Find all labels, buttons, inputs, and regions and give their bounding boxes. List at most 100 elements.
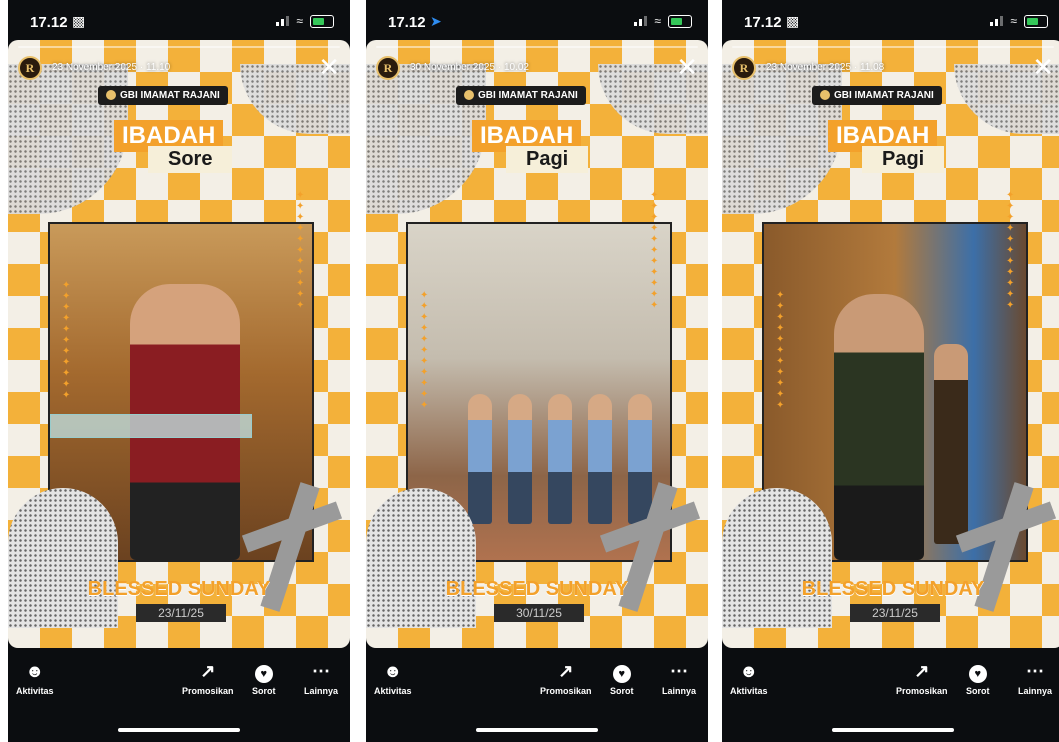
aktivitas-button[interactable]: ☻ Aktivitas <box>374 660 412 696</box>
story-card[interactable]: ✦✦✦✦✦✦✦✦✦✦✦ ✦✦✦✦✦✦✦✦✦✦✦ R 30 November 20… <box>366 40 708 648</box>
bottom-toolbar: ☻ Aktivitas ↗ Promosikan ♥ Sorot ⋯ Lainnya <box>366 660 708 716</box>
heart-icon: ♥ <box>254 665 273 683</box>
phone-screen-2: 17.12 ➤ ≈ ✦✦✦✦✦✦✦✦✦✦✦ ✦✦✦✦✦✦✦✦✦✦✦ R 30 N… <box>366 0 708 742</box>
promosikan-label: Promosikan <box>896 686 948 696</box>
status-icons: ≈ <box>634 14 692 28</box>
aktivitas-label: Aktivitas <box>730 686 768 696</box>
battery-icon <box>668 14 692 28</box>
promosikan-label: Promosikan <box>540 686 592 696</box>
sorot-button[interactable]: ♥ Sorot <box>610 660 634 696</box>
lainnya-button[interactable]: ⋯ Lainnya <box>1018 660 1052 696</box>
lainnya-label: Lainnya <box>662 686 697 696</box>
post-date: 30 November 2025 · 10.02 <box>410 62 529 73</box>
aktivitas-button[interactable]: ☻ Aktivitas <box>16 660 54 696</box>
post-date: 23 November 2025 · 11.10 <box>52 62 171 73</box>
wifi-icon: ≈ <box>1010 14 1017 28</box>
phone-screen-3: 17.12 ▩ ≈ ✦✦✦✦✦✦✦✦✦✦✦ ✦✦✦✦✦✦✦✦✦✦✦ R 23 N… <box>722 0 1059 742</box>
bottom-toolbar: ☻ Aktivitas ↗ Promosikan ♥ Sorot ⋯ Lainnya <box>722 660 1059 716</box>
status-bar: 17.12 ➤ ≈ <box>366 0 708 40</box>
status-time: 17.12 <box>388 14 426 31</box>
praying-hands-illustration <box>8 488 118 628</box>
sorot-label: Sorot <box>252 686 276 696</box>
more-icon: ⋯ <box>312 661 330 681</box>
sorot-button[interactable]: ♥ Sorot <box>966 660 990 696</box>
sparkle-decoration: ✦✦✦✦✦✦✦✦✦✦✦ <box>650 190 659 311</box>
close-icon[interactable]: ✕ <box>1032 54 1054 80</box>
story-card[interactable]: ✦✦✦✦✦✦✦✦✦✦✦ ✦✦✦✦✦✦✦✦✦✦✦ R 23 November 20… <box>722 40 1059 648</box>
blessed-sunday-text: BLESSED SUNDAY <box>801 578 985 600</box>
story-progress-bar <box>376 46 698 48</box>
wifi-icon: ≈ <box>654 14 661 28</box>
title-service-time: Pagi <box>506 146 589 173</box>
activity-icon: ☻ <box>383 661 403 681</box>
lainnya-label: Lainnya <box>304 686 339 696</box>
status-icons: ≈ <box>276 14 334 28</box>
car-icon: ▩ <box>786 13 800 29</box>
promosikan-label: Promosikan <box>182 686 234 696</box>
sparkle-decoration: ✦✦✦✦✦✦✦✦✦✦✦ <box>296 190 305 311</box>
worshipper-figure <box>468 394 492 524</box>
sparkle-decoration: ✦✦✦✦✦✦✦✦✦✦✦ <box>776 290 785 411</box>
car-icon: ▩ <box>72 13 86 29</box>
lainnya-button[interactable]: ⋯ Lainnya <box>662 660 696 696</box>
church-name: GBI IMAMAT RAJANI <box>120 90 220 101</box>
trend-up-icon: ↗ <box>914 661 930 681</box>
podium <box>50 414 252 438</box>
home-indicator[interactable] <box>832 728 954 732</box>
sorot-label: Sorot <box>966 686 990 696</box>
aktivitas-button[interactable]: ☻ Aktivitas <box>730 660 768 696</box>
sorot-button[interactable]: ♥ Sorot <box>252 660 276 696</box>
title-service-time: Sore <box>148 146 233 173</box>
close-icon[interactable]: ✕ <box>676 54 698 80</box>
profile-avatar[interactable]: R <box>376 56 400 80</box>
status-time: 17.12 <box>744 14 782 31</box>
blessed-sunday-text: BLESSED SUNDAY <box>445 578 629 600</box>
wifi-icon: ≈ <box>296 14 303 28</box>
service-date: 23/11/25 <box>136 604 226 622</box>
church-name: GBI IMAMAT RAJANI <box>478 90 578 101</box>
lainnya-button[interactable]: ⋯ Lainnya <box>304 660 338 696</box>
close-icon[interactable]: ✕ <box>318 54 340 80</box>
battery-icon <box>1024 14 1048 28</box>
preacher-figure <box>834 294 924 560</box>
worshipper-figure <box>548 394 572 524</box>
signal-icon <box>634 16 648 26</box>
sparkle-decoration: ✦✦✦✦✦✦✦✦✦✦✦ <box>1006 190 1015 311</box>
sparkle-decoration: ✦✦✦✦✦✦✦✦✦✦✦ <box>62 280 71 401</box>
status-time: 17.12 <box>30 14 68 31</box>
battery-icon <box>310 14 334 28</box>
sorot-label: Sorot <box>610 686 634 696</box>
service-date: 30/11/25 <box>494 604 584 622</box>
more-icon: ⋯ <box>1026 661 1044 681</box>
home-indicator[interactable] <box>118 728 240 732</box>
blessed-sunday-text: BLESSED SUNDAY <box>87 578 271 600</box>
profile-avatar[interactable]: R <box>732 56 756 80</box>
location-icon: ➤ <box>430 13 442 29</box>
heart-icon: ♥ <box>612 665 631 683</box>
service-date: 23/11/25 <box>850 604 940 622</box>
story-progress-bar <box>732 46 1054 48</box>
trend-up-icon: ↗ <box>200 661 216 681</box>
sparkle-decoration: ✦✦✦✦✦✦✦✦✦✦✦ <box>420 290 429 411</box>
lainnya-label: Lainnya <box>1018 686 1053 696</box>
worshipper-figure <box>508 394 532 524</box>
aktivitas-label: Aktivitas <box>374 686 412 696</box>
status-icons: ≈ <box>990 14 1048 28</box>
promosikan-button[interactable]: ↗ Promosikan <box>896 660 948 696</box>
home-indicator[interactable] <box>476 728 598 732</box>
church-logo-icon <box>820 90 830 101</box>
church-tag: GBI IMAMAT RAJANI <box>812 86 942 105</box>
church-logo-icon <box>464 90 474 101</box>
story-card[interactable]: ✦✦✦✦✦✦✦✦✦✦✦ ✦✦✦✦✦✦✦✦✦✦✦ R 23 November 20… <box>8 40 350 648</box>
church-tag: GBI IMAMAT RAJANI <box>456 86 586 105</box>
status-bar: 17.12 ▩ ≈ <box>722 0 1059 40</box>
promosikan-button[interactable]: ↗ Promosikan <box>182 660 234 696</box>
signal-icon <box>990 16 1004 26</box>
church-tag: GBI IMAMAT RAJANI <box>98 86 228 105</box>
promosikan-button[interactable]: ↗ Promosikan <box>540 660 592 696</box>
profile-avatar[interactable]: R <box>18 56 42 80</box>
heart-icon: ♥ <box>968 665 987 683</box>
church-logo-icon <box>106 90 116 101</box>
trend-up-icon: ↗ <box>558 661 574 681</box>
story-progress-bar <box>18 46 340 48</box>
